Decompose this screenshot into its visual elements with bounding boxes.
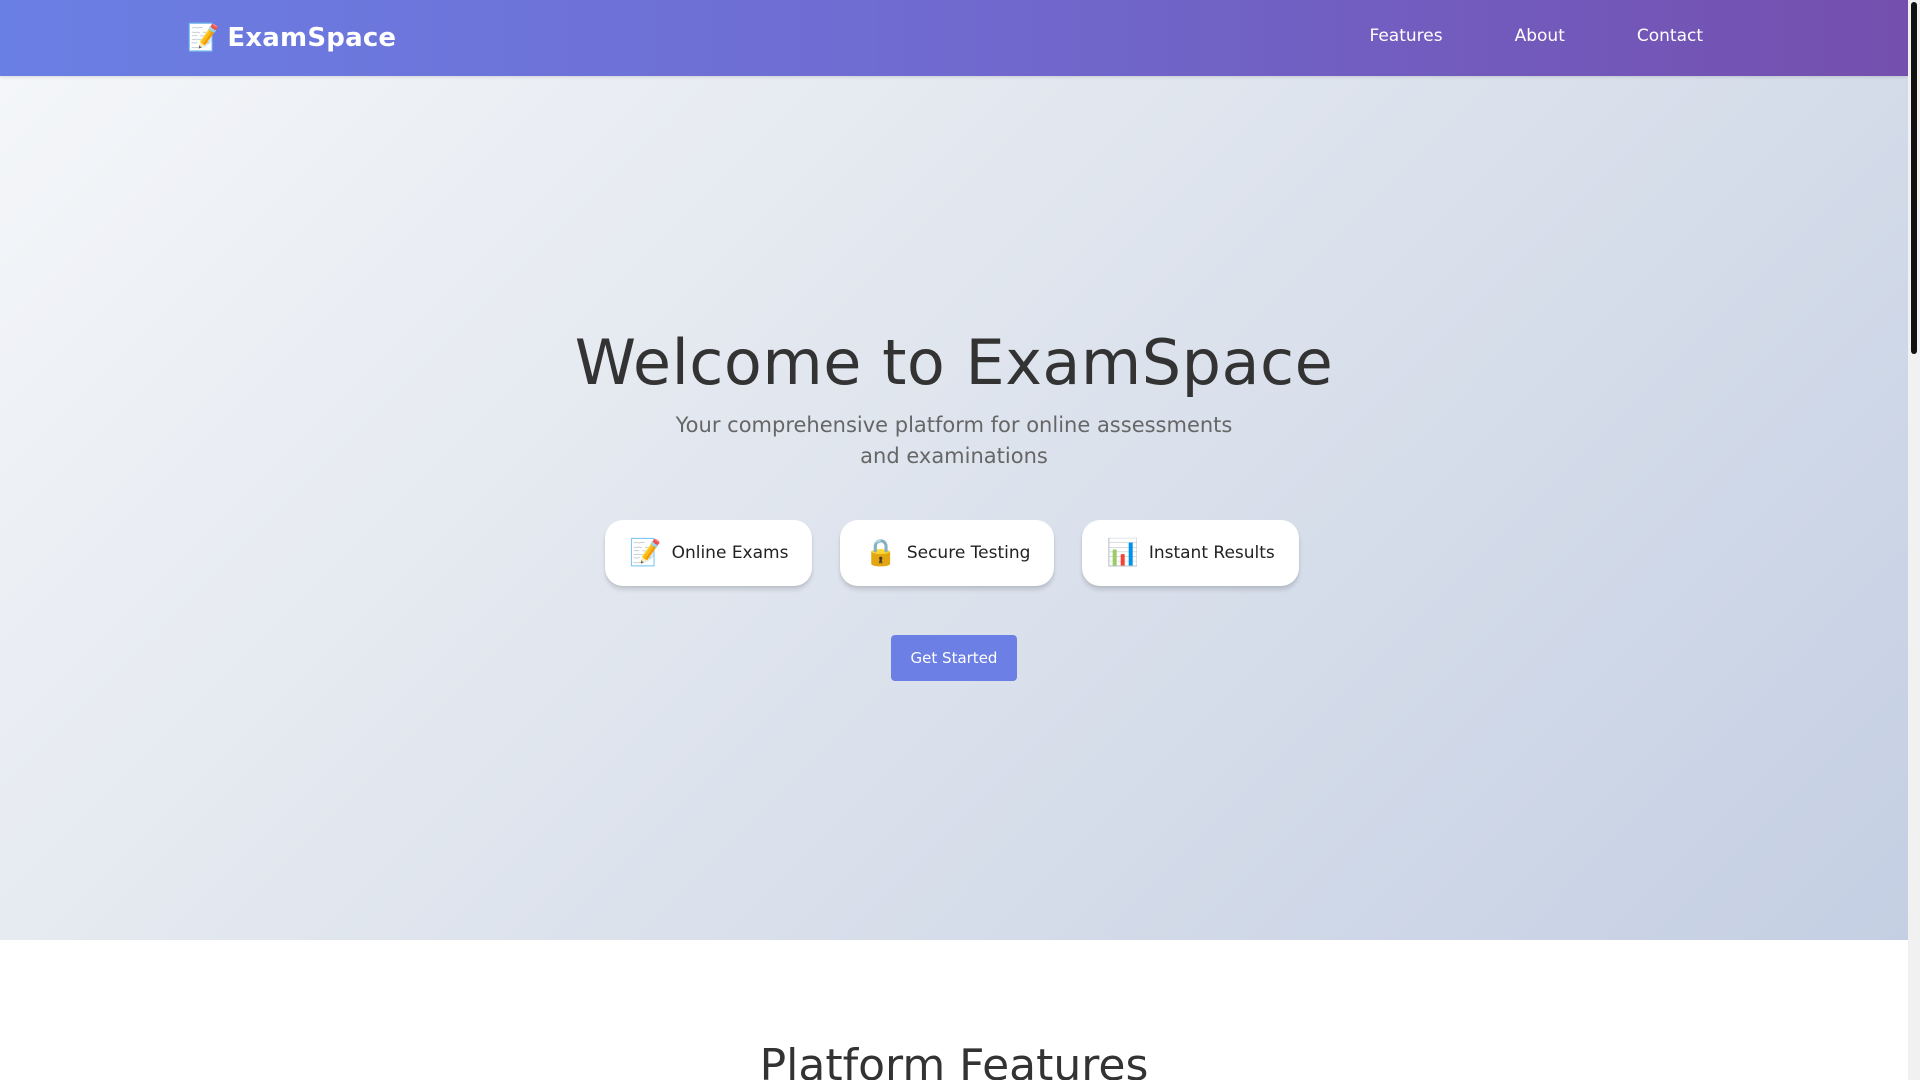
hero-subtitle: Your comprehensive platform for online a… bbox=[675, 413, 1233, 468]
feature-chip-label: Secure Testing bbox=[906, 543, 1031, 563]
memo-pencil-icon: 📝 bbox=[187, 23, 220, 53]
nav-link-contact[interactable]: Contact bbox=[1637, 26, 1703, 46]
page-content: 📝 ExamSpace Features About Contact Welco… bbox=[0, 0, 1908, 1080]
lock-icon: 🔒 bbox=[864, 538, 897, 568]
vertical-scrollbar[interactable] bbox=[1908, 0, 1920, 1080]
features-title: Platform Features bbox=[759, 1040, 1149, 1080]
get-started-button[interactable]: Get Started bbox=[891, 635, 1017, 681]
feature-chip-label: Online Exams bbox=[671, 543, 789, 563]
brand-logo[interactable]: 📝 ExamSpace bbox=[187, 19, 396, 57]
nav-link-features[interactable]: Features bbox=[1369, 26, 1442, 46]
navbar: 📝 ExamSpace Features About Contact bbox=[0, 0, 1908, 76]
memo-pencil-icon: 📝 bbox=[629, 538, 662, 568]
nav-link-about[interactable]: About bbox=[1515, 26, 1565, 46]
features-section: Platform Features bbox=[0, 940, 1908, 1080]
feature-chip-label: Instant Results bbox=[1148, 543, 1275, 563]
feature-chip-online-exams: 📝 Online Exams bbox=[605, 520, 813, 586]
hero-section: Welcome to ExamSpace Your comprehensive … bbox=[0, 76, 1908, 940]
scrollbar-thumb[interactable] bbox=[1911, 2, 1917, 354]
feature-chip-secure-testing: 🔒 Secure Testing bbox=[840, 520, 1055, 586]
feature-chip-instant-results: 📊 Instant Results bbox=[1082, 520, 1299, 586]
brand-name: ExamSpace bbox=[227, 23, 397, 53]
hero-title: Welcome to ExamSpace bbox=[574, 326, 1334, 399]
page: 📝 ExamSpace Features About Contact Welco… bbox=[0, 0, 1920, 1080]
nav-links: Features About Contact bbox=[1369, 26, 1703, 46]
bar-chart-icon: 📊 bbox=[1106, 538, 1139, 568]
feature-chips: 📝 Online Exams 🔒 Secure Testing 📊 Instan… bbox=[0, 520, 1908, 586]
